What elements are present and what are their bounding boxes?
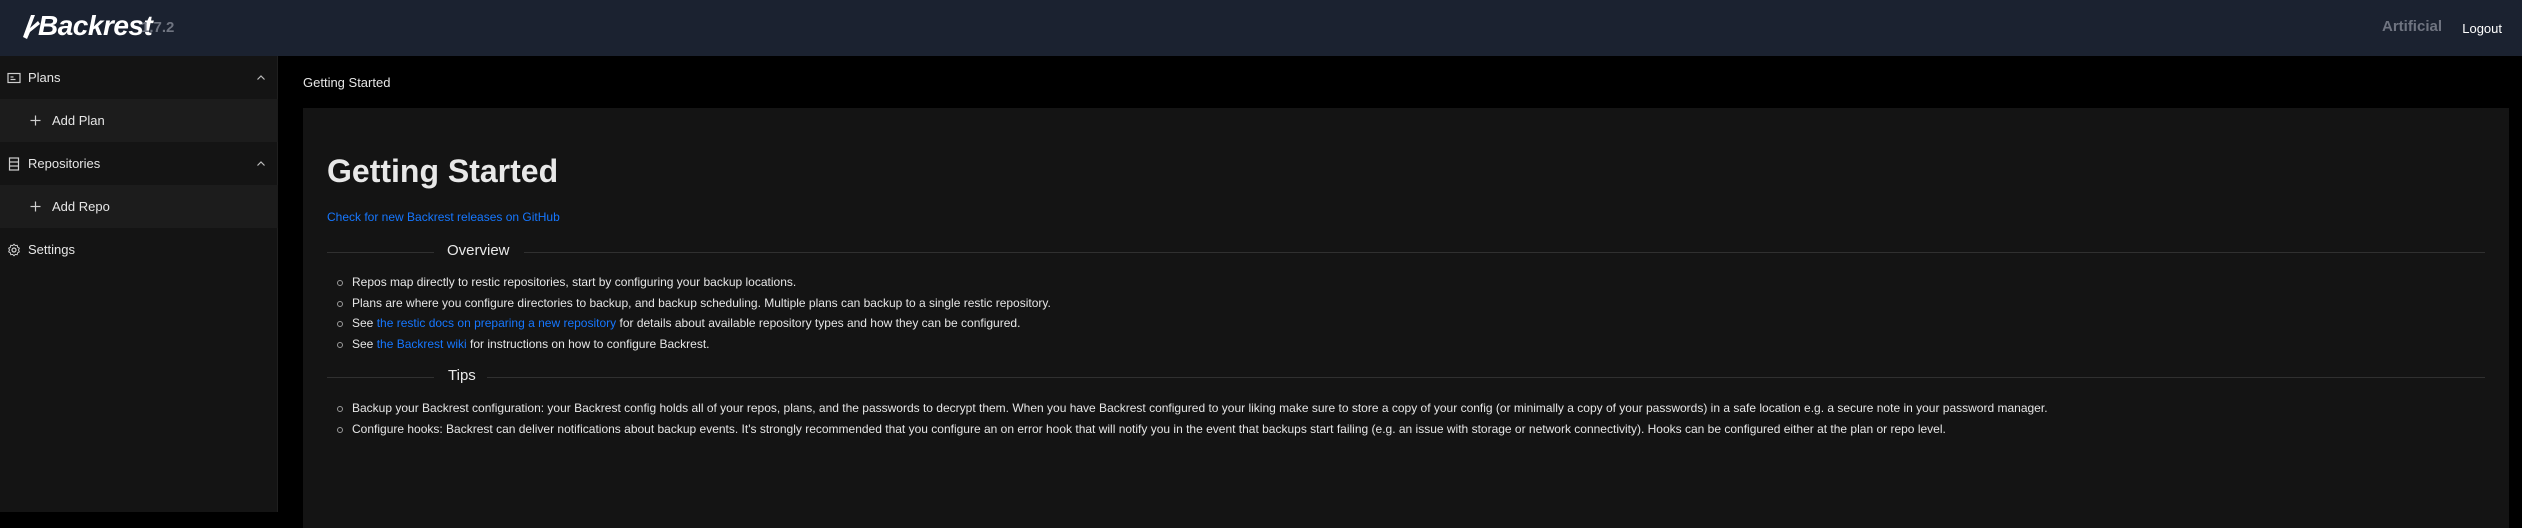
overview-divider: Overview bbox=[327, 242, 2485, 262]
sidebar-item-label: Add Plan bbox=[52, 113, 105, 128]
divider-line bbox=[327, 377, 434, 378]
tips-heading: Tips bbox=[448, 367, 476, 384]
divider-line bbox=[487, 377, 2485, 378]
list-item: Plans are where you configure directorie… bbox=[337, 293, 1051, 314]
tips-list: Backup your Backrest configuration: your… bbox=[337, 398, 2048, 440]
breadcrumb: Getting Started bbox=[303, 75, 391, 90]
list-item: See the restic docs on preparing a new r… bbox=[337, 313, 1051, 334]
tips-divider: Tips bbox=[327, 367, 2485, 387]
app-logo[interactable]: Backrest bbox=[22, 8, 153, 44]
list-item: See the Backrest wiki for instructions o… bbox=[337, 334, 1051, 355]
plus-icon bbox=[30, 115, 41, 126]
sidebar-item-repositories[interactable]: Repositories bbox=[0, 142, 278, 185]
sidebar-item-settings[interactable]: Settings bbox=[0, 228, 278, 271]
overview-list: Repos map directly to restic repositorie… bbox=[337, 272, 1051, 355]
database-icon bbox=[8, 156, 20, 171]
sidebar-item-add-plan[interactable]: Add Plan bbox=[0, 99, 278, 142]
restic-docs-link[interactable]: the restic docs on preparing a new repos… bbox=[377, 316, 616, 330]
list-item: Configure hooks: Backrest can deliver no… bbox=[337, 419, 2048, 440]
list-item: Repos map directly to restic repositorie… bbox=[337, 272, 1051, 293]
top-header: Backrest 1.7.2 Artificial Logout bbox=[0, 0, 2522, 56]
sidebar-item-label: Settings bbox=[28, 242, 75, 257]
list-item: Backup your Backrest configuration: your… bbox=[337, 398, 2048, 419]
sidebar-item-add-repo[interactable]: Add Repo bbox=[0, 185, 278, 228]
plans-icon bbox=[7, 72, 21, 83]
app-name: Backrest bbox=[38, 10, 153, 41]
sidebar-item-label: Plans bbox=[28, 70, 61, 85]
page-title: Getting Started bbox=[327, 153, 559, 189]
plus-icon bbox=[30, 201, 41, 212]
logout-button[interactable]: Logout bbox=[2462, 21, 2502, 36]
getting-started-card: Getting Started Check for new Backrest r… bbox=[303, 108, 2509, 528]
release-link[interactable]: Check for new Backrest releases on GitHu… bbox=[327, 210, 560, 224]
divider-line bbox=[327, 252, 434, 253]
chevron-up-icon[interactable] bbox=[256, 159, 266, 169]
sidebar-item-label: Add Repo bbox=[52, 199, 110, 214]
gear-icon bbox=[8, 242, 20, 257]
overview-heading: Overview bbox=[447, 242, 510, 259]
sidebar-item-label: Repositories bbox=[28, 156, 101, 171]
backrest-wiki-link[interactable]: the Backrest wiki bbox=[377, 337, 467, 351]
chevron-up-icon[interactable] bbox=[256, 73, 266, 83]
sidebar: Plans Add Plan Repositories Add Repo Set… bbox=[0, 56, 278, 512]
sidebar-item-plans[interactable]: Plans bbox=[0, 56, 278, 99]
divider-line bbox=[524, 252, 2485, 253]
instance-name: Artificial bbox=[2381, 18, 2442, 35]
app-version: 1.7.2 bbox=[141, 19, 175, 36]
